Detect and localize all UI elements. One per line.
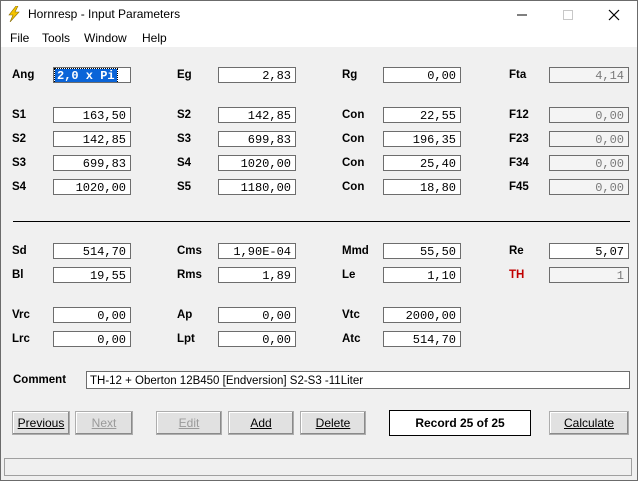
field-s1[interactable]: 163,50 [53, 107, 131, 123]
previous-button[interactable]: Previous [12, 411, 70, 435]
hornresp-window: Hornresp - Input Parameters File Tools W… [0, 0, 638, 481]
field-bl[interactable]: 19,55 [53, 267, 131, 283]
label-f23: F23 [509, 133, 529, 145]
field-lpt[interactable]: 0,00 [218, 331, 296, 347]
label-mmd: Mmd [342, 245, 369, 257]
field-le[interactable]: 1,10 [383, 267, 461, 283]
label-f34: F34 [509, 157, 529, 169]
label-bl: Bl [12, 269, 24, 281]
title-bar[interactable]: Hornresp - Input Parameters [1, 1, 637, 29]
add-button[interactable]: Add [228, 411, 294, 435]
label-ap: Ap [177, 309, 193, 321]
close-button[interactable] [591, 1, 637, 29]
field-s5[interactable]: 1180,00 [218, 179, 296, 195]
field-th[interactable]: 1 [549, 267, 629, 283]
label-sd: Sd [12, 245, 27, 257]
label-con1: Con [342, 109, 365, 121]
label-atc: Atc [342, 333, 361, 345]
field-s3[interactable]: 699,83 [53, 155, 131, 171]
field-vrc[interactable]: 0,00 [53, 307, 131, 323]
label-re: Re [509, 245, 524, 257]
next-button[interactable]: Next [75, 411, 133, 435]
label-rg: Rg [342, 69, 358, 81]
field-s2[interactable]: 142,85 [53, 131, 131, 147]
comment-field[interactable]: TH-12 + Oberton 12B450 [Endversion] S2-S… [86, 371, 630, 389]
label-con4: Con [342, 181, 365, 193]
label-comment: Comment [13, 374, 67, 386]
field-con3[interactable]: 25,40 [383, 155, 461, 171]
minimize-icon [517, 14, 527, 16]
label-s1: S1 [12, 109, 27, 121]
field-ang-value: 2,0 x Pi [54, 68, 118, 83]
label-s2: S2 [12, 133, 27, 145]
lightning-app-icon [8, 6, 20, 22]
field-s4[interactable]: 1020,00 [53, 179, 131, 195]
field-vtc[interactable]: 2000,00 [383, 307, 461, 323]
field-con1[interactable]: 22,55 [383, 107, 461, 123]
status-bar [4, 458, 632, 476]
label-f45: F45 [509, 181, 529, 193]
label-vrc: Vrc [12, 309, 30, 321]
label-s3-top: S3 [177, 133, 192, 145]
label-s4: S4 [12, 181, 27, 193]
maximize-icon [563, 10, 573, 20]
delete-button[interactable]: Delete [300, 411, 366, 435]
field-cms[interactable]: 1,90E-04 [218, 243, 296, 259]
menu-window[interactable]: Window [84, 31, 127, 45]
field-f45[interactable]: 0,00 [549, 179, 629, 195]
field-lrc[interactable]: 0,00 [53, 331, 131, 347]
label-lpt: Lpt [177, 333, 195, 345]
field-s3-top[interactable]: 699,83 [218, 131, 296, 147]
field-sd[interactable]: 514,70 [53, 243, 131, 259]
label-con3: Con [342, 157, 365, 169]
label-f12: F12 [509, 109, 529, 121]
label-s5: S5 [177, 181, 192, 193]
field-mmd[interactable]: 55,50 [383, 243, 461, 259]
menu-help[interactable]: Help [142, 31, 167, 45]
field-f34[interactable]: 0,00 [549, 155, 629, 171]
field-fta[interactable]: 4,14 [549, 67, 629, 83]
label-lrc: Lrc [12, 333, 30, 345]
field-ap[interactable]: 0,00 [218, 307, 296, 323]
section-divider [13, 221, 630, 222]
field-rms[interactable]: 1,89 [218, 267, 296, 283]
label-ang: Ang [12, 69, 35, 81]
field-f23[interactable]: 0,00 [549, 131, 629, 147]
maximize-button [545, 1, 591, 29]
field-con4[interactable]: 18,80 [383, 179, 461, 195]
field-s4-top[interactable]: 1020,00 [218, 155, 296, 171]
label-cms: Cms [177, 245, 202, 257]
field-ang[interactable]: 2,0 x Pi [53, 67, 131, 83]
field-rg[interactable]: 0,00 [383, 67, 461, 83]
menu-file[interactable]: File [10, 31, 29, 45]
field-s2-top[interactable]: 142,85 [218, 107, 296, 123]
field-eg[interactable]: 2,83 [218, 67, 296, 83]
label-s4-top: S4 [177, 157, 192, 169]
menu-tools[interactable]: Tools [42, 31, 70, 45]
field-f12[interactable]: 0,00 [549, 107, 629, 123]
field-con2[interactable]: 196,35 [383, 131, 461, 147]
label-vtc: Vtc [342, 309, 360, 321]
label-eg: Eg [177, 69, 192, 81]
field-re[interactable]: 5,07 [549, 243, 629, 259]
calculate-button[interactable]: Calculate [549, 411, 629, 435]
label-s3: S3 [12, 157, 27, 169]
input-parameters-panel: Ang 2,0 x Pi Eg 2,83 Rg 0,00 Fta 4,14 S1… [4, 49, 633, 453]
minimize-button[interactable] [499, 1, 545, 29]
field-atc[interactable]: 514,70 [383, 331, 461, 347]
label-rms: Rms [177, 269, 202, 281]
record-indicator: Record 25 of 25 [389, 410, 531, 436]
window-title: Hornresp - Input Parameters [28, 7, 181, 21]
label-s2-top: S2 [177, 109, 192, 121]
label-th: TH [509, 269, 525, 281]
label-fta: Fta [509, 69, 527, 81]
edit-button[interactable]: Edit [156, 411, 222, 435]
close-icon [608, 9, 620, 21]
label-con2: Con [342, 133, 365, 145]
menu-bar: File Tools Window Help [1, 29, 637, 47]
label-le: Le [342, 269, 356, 281]
